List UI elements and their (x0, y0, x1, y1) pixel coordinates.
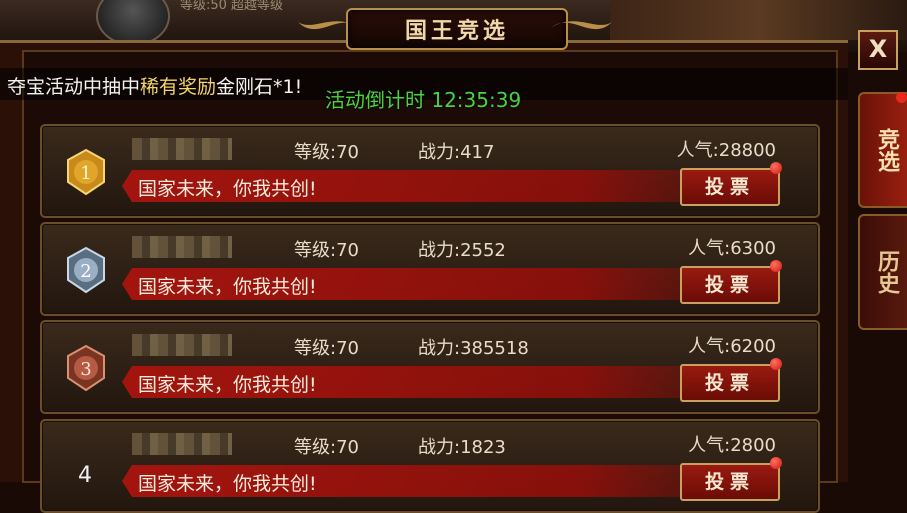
candidate-power: 战力:2552 (418, 240, 506, 261)
candidate-slogan: 国家未来，你我共创! (138, 178, 317, 200)
vote-notification-dot (770, 457, 782, 469)
rank-2-silver-icon: 2 (67, 246, 105, 294)
candidate-name-blurred (132, 334, 232, 356)
vote-notification-dot (770, 162, 782, 174)
candidate-power: 战力:1823 (418, 437, 506, 458)
candidate-level: 等级:70 (294, 338, 359, 359)
rank-number: 4 (78, 463, 92, 488)
rank-1-gold-icon: 1 (67, 148, 105, 196)
candidate-power: 战力:417 (418, 142, 495, 163)
candidate-level: 等级:70 (294, 142, 359, 163)
candidate-row: 3 等级:70 战力:385518 人气:6200 国家未来，你我共创! 投票 (40, 320, 820, 414)
candidate-slogan: 国家未来，你我共创! (138, 276, 317, 298)
vote-notification-dot (770, 260, 782, 272)
candidate-row: 2 等级:70 战力:2552 人气:6300 国家未来，你我共创! 投票 (40, 222, 820, 316)
vote-button[interactable]: 投票 (680, 463, 780, 501)
vote-button[interactable]: 投票 (680, 168, 780, 206)
candidate-name-blurred (132, 138, 232, 160)
notice-highlight: 稀有奖励 (140, 76, 217, 98)
candidate-popularity: 人气:2800 (688, 435, 776, 456)
rank-3-bronze-icon: 3 (67, 344, 105, 392)
vote-button[interactable]: 投票 (680, 266, 780, 304)
close-button[interactable]: X (858, 30, 898, 70)
notice-message: 夺宝活动中抽中稀有奖励金刚石*1! (7, 72, 302, 99)
candidate-slogan: 国家未来，你我共创! (138, 374, 317, 396)
notice-prefix: 夺宝活动中抽中 (7, 76, 141, 98)
rank-number: 1 (80, 163, 91, 184)
vote-button[interactable]: 投票 (680, 364, 780, 402)
candidate-popularity: 人气:6200 (688, 336, 776, 357)
candidate-slogan: 国家未来，你我共创! (138, 473, 317, 495)
candidate-popularity: 人气:6300 (688, 238, 776, 259)
tab-history[interactable]: 历史 (858, 214, 907, 330)
event-countdown: 活动倒计时 12:35:39 (325, 88, 522, 112)
hud-text: 等级:50 超越等级 (180, 0, 284, 13)
vote-notification-dot (770, 358, 782, 370)
candidate-power: 战力:385518 (418, 338, 529, 359)
candidate-popularity: 人气:28800 (676, 140, 776, 161)
candidate-row: 4 等级:70 战力:1823 人气:2800 国家未来，你我共创! 投票 (40, 419, 820, 513)
candidate-row: 1 等级:70 战力:417 人气:28800 国家未来，你我共创! 投票 (40, 124, 820, 218)
rank-number: 2 (80, 261, 91, 282)
title-bar: 国王竞选 (298, 6, 612, 50)
rank-number: 3 (80, 359, 91, 380)
notice-suffix: 金刚石*1! (216, 76, 303, 98)
tab-campaign[interactable]: 竞选 (858, 92, 907, 208)
title-ornament-right (552, 21, 612, 30)
candidate-name-blurred (132, 236, 232, 258)
tab-notification-dot (896, 92, 907, 103)
window-title: 国王竞选 (404, 19, 509, 44)
candidate-level: 等级:70 (294, 240, 359, 261)
candidate-name-blurred (132, 433, 232, 455)
candidate-level: 等级:70 (294, 437, 359, 458)
